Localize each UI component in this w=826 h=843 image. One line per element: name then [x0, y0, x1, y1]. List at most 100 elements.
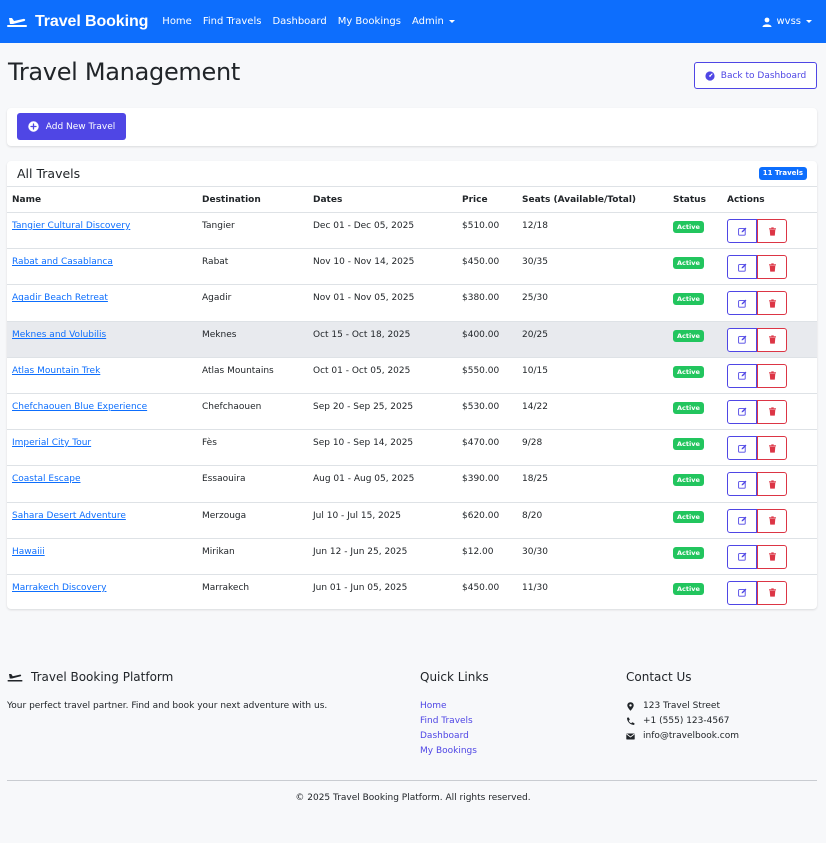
travel-price: $450.00 — [462, 257, 500, 268]
trash-icon — [768, 444, 776, 453]
table-row: Coastal Escape Essaouira Aug 01 - Aug 05, … — [7, 466, 817, 503]
edit-icon — [737, 444, 746, 453]
user-menu[interactable]: wvss — [762, 0, 812, 43]
travel-destination: Agadir — [202, 293, 232, 304]
navbar: Travel Booking Home Find Travels Dashboa… — [0, 0, 826, 43]
travel-price: $530.00 — [462, 401, 500, 412]
user-name: wvss — [776, 16, 801, 27]
travel-destination: Rabat — [202, 257, 229, 268]
footer-link-dashboard[interactable]: Dashboard — [420, 729, 489, 744]
table-row: Meknes and Volubilis Meknes Oct 15 - Oct 1… — [7, 321, 817, 358]
footer-contact: Contact Us 123 Travel Street +1 (555) 12… — [626, 670, 739, 744]
travel-name-link[interactable]: Tangier Cultural Discovery — [12, 221, 130, 231]
edit-button[interactable] — [727, 544, 757, 569]
edit-button[interactable] — [727, 472, 757, 497]
footer-link-home[interactable]: Home — [420, 699, 489, 714]
contact-phone: +1 (555) 123-4567 — [626, 714, 739, 729]
nav-link-dashboard[interactable]: Dashboard — [272, 16, 326, 27]
travel-dates: Nov 01 - Nov 05, 2025 — [313, 293, 415, 304]
back-to-dashboard-button[interactable]: Back to Dashboard — [694, 62, 817, 89]
delete-button[interactable] — [757, 255, 787, 280]
travel-dates: Aug 01 - Aug 05, 2025 — [313, 474, 415, 485]
travel-price: $12.00 — [462, 546, 494, 557]
travel-name-link[interactable]: Meknes and Volubilis — [12, 330, 106, 340]
copyright: © 2025 Travel Booking Platform. All righ… — [295, 793, 531, 803]
edit-icon — [737, 371, 746, 380]
travel-count-badge: 11 Travels — [758, 167, 807, 180]
travel-name-link[interactable]: Hawaiii — [12, 547, 45, 557]
status-badge: Active — [673, 401, 704, 414]
brand-link[interactable]: Travel Booking — [7, 13, 148, 31]
travel-name-link[interactable]: Sahara Desert Adventure — [12, 511, 126, 521]
delete-button[interactable] — [757, 399, 787, 424]
travel-destination: Meknes — [202, 329, 237, 340]
travel-dates: Jun 12 - Jun 25, 2025 — [313, 546, 408, 557]
travel-seats: 18/25 — [522, 474, 548, 485]
edit-button[interactable] — [727, 291, 757, 316]
table-row: Tangier Cultural Discovery Tangier Dec 01 … — [7, 213, 817, 250]
user-icon — [762, 17, 772, 27]
nav-link-home[interactable]: Home — [162, 16, 192, 27]
column-header-seats: Seats (Available/Total) — [522, 195, 637, 205]
delete-button[interactable] — [757, 219, 787, 243]
trash-icon — [768, 263, 776, 272]
nav-link-find-travels[interactable]: Find Travels — [203, 16, 262, 27]
table-row: Atlas Mountain Trek Atlas Mountains Oct 01… — [7, 358, 817, 394]
delete-button[interactable] — [757, 544, 787, 569]
travel-dates: Sep 10 - Sep 14, 2025 — [313, 438, 414, 449]
travel-price: $450.00 — [462, 582, 500, 593]
travel-name-link[interactable]: Agadir Beach Retreat — [12, 293, 108, 303]
nav-link-my-bookings[interactable]: My Bookings — [338, 16, 401, 27]
edit-icon — [737, 227, 746, 236]
column-header-destination: Destination — [202, 195, 261, 205]
delete-button[interactable] — [757, 363, 787, 388]
add-new-travel-button[interactable]: Add New Travel — [17, 113, 126, 140]
delete-button[interactable] — [757, 436, 787, 461]
footer-link-find-travels[interactable]: Find Travels — [420, 714, 489, 729]
travel-name-link[interactable]: Imperial City Tour — [12, 438, 91, 448]
travel-dates: Oct 01 - Oct 05, 2025 — [313, 365, 411, 376]
delete-button[interactable] — [757, 291, 787, 316]
edit-button[interactable] — [727, 327, 757, 352]
travel-destination: Marrakech — [202, 582, 250, 593]
edit-button[interactable] — [727, 580, 757, 605]
delete-button[interactable] — [757, 508, 787, 533]
edit-button[interactable] — [727, 508, 757, 533]
edit-button[interactable] — [727, 255, 757, 280]
travel-destination: Merzouga — [202, 510, 247, 521]
chevron-down-icon — [448, 20, 455, 23]
status-badge: Active — [673, 221, 704, 233]
nav-admin-dropdown[interactable]: Admin — [412, 16, 455, 27]
edit-button[interactable] — [727, 219, 757, 243]
delete-button[interactable] — [757, 472, 787, 497]
travel-name-link[interactable]: Rabat and Casablanca — [12, 257, 113, 267]
chevron-down-icon — [806, 20, 812, 23]
travel-name-link[interactable]: Marrakech Discovery — [12, 583, 106, 593]
delete-button[interactable] — [757, 327, 787, 352]
page-title: Travel Management — [8, 58, 240, 86]
footer-link-my-bookings[interactable]: My Bookings — [420, 744, 489, 759]
travel-seats: 8/20 — [522, 510, 543, 521]
trash-icon — [768, 552, 776, 561]
dashboard-gauge-icon — [705, 70, 715, 81]
trash-icon — [768, 480, 776, 489]
table-row: Chefchaouen Blue Experience Chefchaouen Se… — [7, 394, 817, 431]
edit-button[interactable] — [727, 436, 757, 461]
delete-button[interactable] — [757, 580, 787, 605]
travels-table-card: All Travels 11 Travels Name Destination … — [7, 161, 817, 609]
travel-name-link[interactable]: Coastal Escape — [12, 474, 81, 484]
edit-icon — [737, 552, 746, 561]
contact-address: 123 Travel Street — [626, 699, 739, 714]
travel-seats: 9/28 — [522, 438, 543, 449]
edit-icon — [737, 516, 746, 525]
travel-destination: Essaouira — [202, 474, 246, 485]
travel-name-link[interactable]: Atlas Mountain Trek — [12, 366, 100, 376]
edit-button[interactable] — [727, 399, 757, 424]
table-row: Agadir Beach Retreat Agadir Nov 01 - Nov 0… — [7, 285, 817, 322]
admin-label: Admin — [412, 16, 444, 27]
edit-button[interactable] — [727, 363, 757, 388]
back-button-label: Back to Dashboard — [720, 70, 807, 81]
travel-destination: Mirikan — [202, 546, 235, 557]
travel-name-link[interactable]: Chefchaouen Blue Experience — [12, 402, 147, 412]
card-header: All Travels 11 Travels — [7, 161, 817, 187]
